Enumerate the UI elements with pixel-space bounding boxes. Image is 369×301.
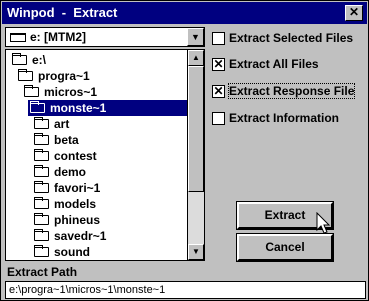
scroll-up-button[interactable]: ▲ (188, 50, 204, 66)
tree-item-favori[interactable]: favori~1 (8, 180, 188, 196)
tree-item-progra[interactable]: progra~1 (8, 68, 188, 84)
drive-dropdown-button[interactable]: ▼ (187, 28, 204, 46)
extract-path-label: Extract Path (7, 265, 78, 279)
tree-vertical-scrollbar[interactable]: ▲ ▼ (187, 50, 204, 260)
drive-selected-value: e: [MTM2] (30, 30, 86, 44)
directory-tree[interactable]: e:\ progra~1 micros~1 monste~1 art beta … (5, 49, 205, 261)
extract-path-value: e:\progra~1\micros~1\monste~1 (9, 284, 166, 296)
tree-item-demo[interactable]: demo (8, 164, 188, 180)
tree-item-phineus[interactable]: phineus (8, 212, 188, 228)
tree-item-beta[interactable]: beta (8, 132, 188, 148)
tree-item-contest[interactable]: contest (8, 148, 188, 164)
checkbox-box[interactable]: ✕ (212, 58, 225, 71)
tree-item-stock[interactable]: stock (8, 260, 188, 261)
folder-icon (34, 149, 49, 161)
tree-item-savedr[interactable]: savedr~1 (8, 228, 188, 244)
checkbox-box[interactable]: ✕ (212, 85, 225, 98)
scroll-down-button[interactable]: ▼ (188, 244, 204, 260)
tree-item-micros[interactable]: micros~1 (8, 84, 188, 100)
tree-item-sound[interactable]: sound (8, 244, 188, 260)
tree-item-monste-selected[interactable]: monste~1 (28, 100, 188, 116)
open-folder-icon (24, 85, 39, 97)
title-bar[interactable]: Winpod - Extract ✕ (2, 2, 367, 24)
extract-dialog: Winpod - Extract ✕ e: [MTM2] ▼ e:\ progr… (0, 0, 369, 301)
folder-icon (34, 165, 49, 177)
folder-icon (34, 213, 49, 225)
close-button[interactable]: ✕ (345, 5, 363, 21)
checkbox-box[interactable] (212, 32, 225, 45)
drive-icon (10, 33, 26, 42)
drive-select[interactable]: e: [MTM2] ▼ (5, 27, 205, 47)
open-folder-icon (30, 101, 45, 113)
open-folder-icon (12, 53, 27, 65)
folder-icon (34, 133, 49, 145)
folder-icon (34, 245, 49, 257)
extract-path-field[interactable]: e:\progra~1\micros~1\monste~1 (5, 281, 366, 299)
folder-icon (34, 181, 49, 193)
folder-icon (34, 197, 49, 209)
scroll-thumb[interactable] (188, 66, 204, 192)
folder-icon (34, 117, 49, 129)
open-folder-icon (18, 69, 33, 81)
cancel-button[interactable]: Cancel (237, 234, 333, 261)
tree-item-art[interactable]: art (8, 116, 188, 132)
tree-item-root[interactable]: e:\ (8, 52, 188, 68)
mouse-cursor-icon (316, 212, 331, 234)
folder-icon (34, 229, 49, 241)
checkbox-box[interactable] (212, 112, 225, 125)
window-title: Winpod - Extract (7, 5, 118, 20)
tree-item-models[interactable]: models (8, 196, 188, 212)
